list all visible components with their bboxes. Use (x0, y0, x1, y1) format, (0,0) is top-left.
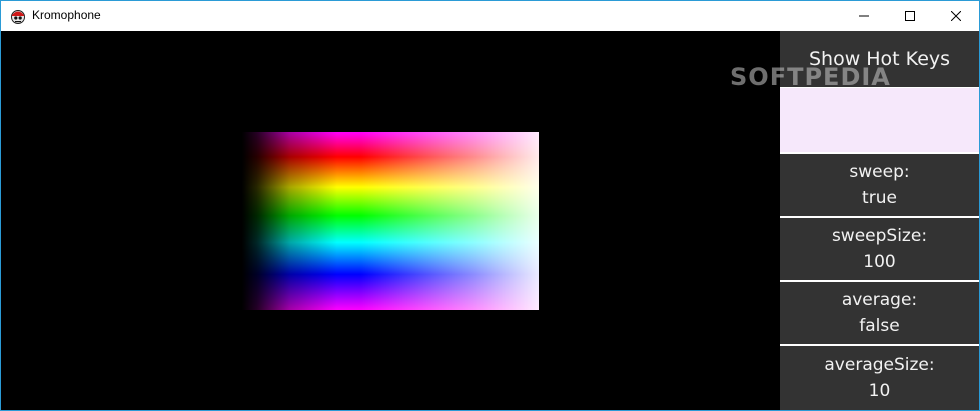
show-hot-keys-button[interactable]: Show Hot Keys (780, 31, 979, 87)
current-color-swatch (780, 88, 979, 152)
window-title: Kromophone (32, 8, 101, 22)
sweep-toggle[interactable]: sweep: true (780, 154, 979, 216)
average-toggle[interactable]: average: false (780, 282, 979, 344)
sweep-size-label: sweepSize: (831, 226, 928, 246)
maximize-button[interactable] (887, 1, 933, 31)
maximize-icon (905, 11, 915, 21)
average-value: false (859, 316, 900, 336)
sweep-value: true (862, 188, 897, 208)
close-icon (951, 11, 961, 21)
app-window: Kromophone Show Hot Keys sweep: true swe… (0, 0, 980, 411)
sweep-label: sweep: (849, 162, 910, 182)
average-size-label: averageSize: (824, 355, 935, 375)
minimize-icon (859, 11, 869, 21)
title-bar[interactable]: Kromophone (1, 1, 979, 31)
average-size-value: 10 (868, 381, 891, 401)
average-label: average: (841, 290, 918, 310)
average-size-setting[interactable]: averageSize: 10 (780, 346, 979, 410)
kromophone-app-icon (10, 8, 26, 24)
minimize-button[interactable] (841, 1, 887, 31)
sweep-size-setting[interactable]: sweepSize: 100 (780, 218, 979, 280)
sweep-size-value: 100 (863, 252, 896, 272)
show-hot-keys-label: Show Hot Keys (808, 48, 951, 70)
color-spectrum-image[interactable] (242, 132, 539, 310)
image-canvas[interactable] (1, 31, 779, 410)
close-button[interactable] (933, 1, 979, 31)
settings-panel: Show Hot Keys sweep: true sweepSize: 100… (780, 31, 979, 410)
